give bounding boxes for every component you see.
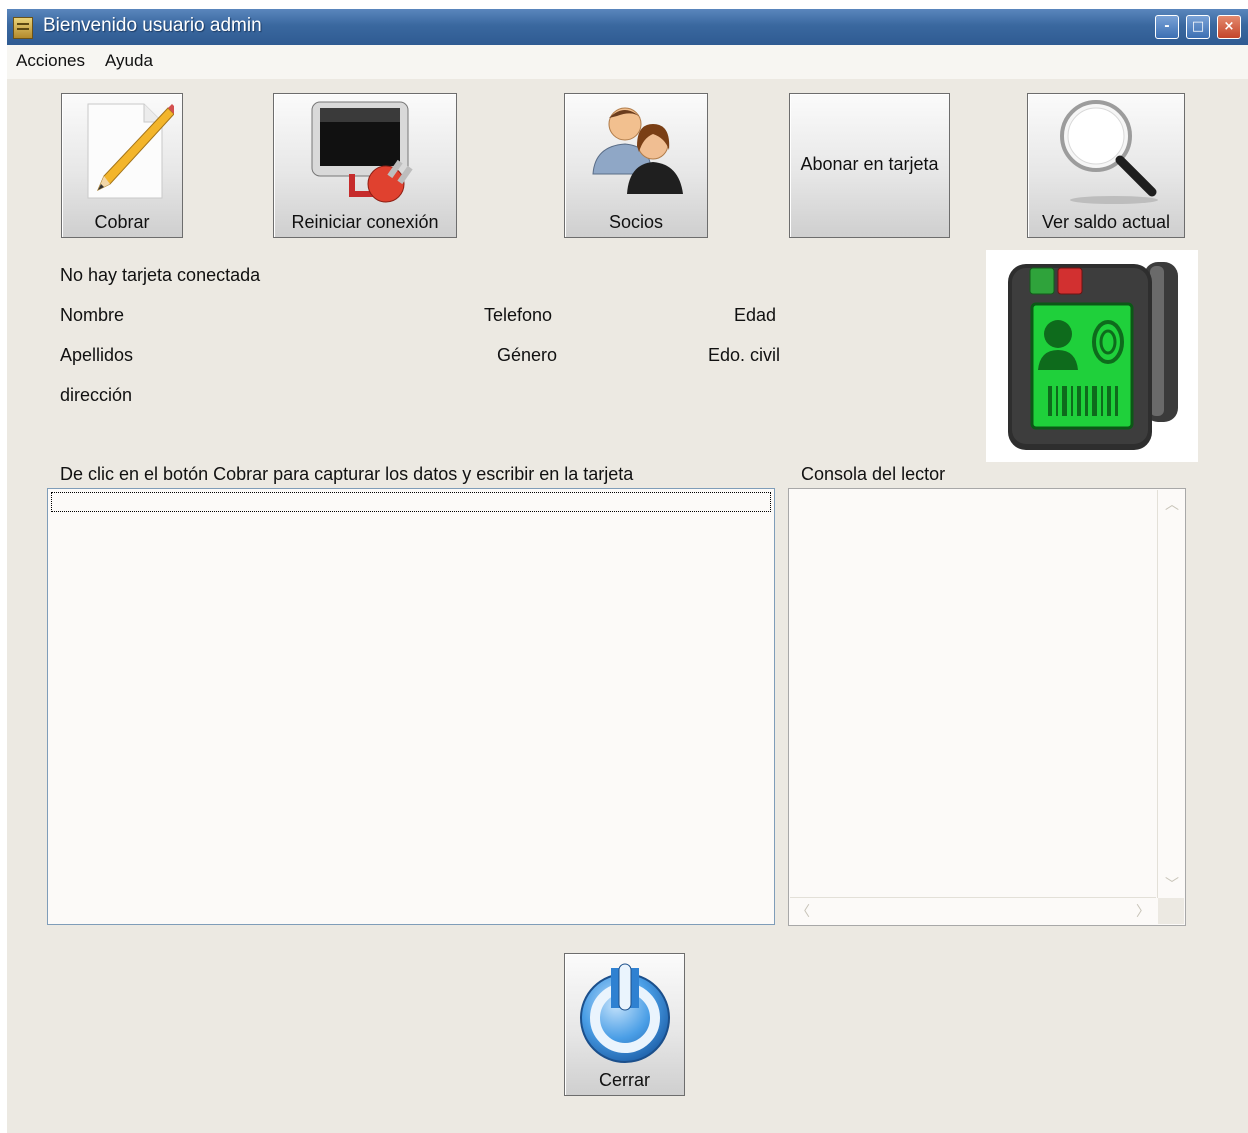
instructions-label: De clic en el botón Cobrar para capturar… <box>60 464 634 484</box>
pencil-paper-icon <box>87 103 174 199</box>
console-label: Consola del lector <box>801 464 946 484</box>
minimize-button[interactable]: - <box>1155 15 1179 39</box>
menu-acciones[interactable]: Acciones <box>16 51 85 71</box>
focus-rectangle <box>51 492 771 512</box>
scroll-right-icon[interactable]: 〉 <box>1136 901 1150 921</box>
socios-button[interactable]: Socios <box>564 93 708 238</box>
title-bar[interactable]: Bienvenido usuario admin - □ × <box>7 9 1248 45</box>
apellidos-label: Apellidos <box>60 345 134 365</box>
menu-bar: Acciones Ayuda <box>7 45 1248 79</box>
main-window: Bienvenido usuario admin - □ × Acciones … <box>7 9 1248 1133</box>
card-reader-icon <box>1008 262 1178 450</box>
abonar-en-tarjeta-button[interactable]: Abonar en tarjeta <box>789 93 950 238</box>
scroll-up-icon[interactable]: ︿ <box>1165 494 1179 514</box>
cerrar-label: Cerrar <box>598 1070 650 1090</box>
close-window-button[interactable]: × <box>1217 15 1241 39</box>
ver-saldo-actual-button[interactable]: Ver saldo actual <box>1027 93 1185 238</box>
console-vertical-scrollbar[interactable]: ︿ ﹀ <box>1157 490 1184 898</box>
monitor-plug-icon <box>311 101 413 203</box>
magnifier-icon <box>1060 100 1158 204</box>
cobrar-label: Cobrar <box>94 212 150 232</box>
socios-label: Socios <box>608 212 664 232</box>
reader-console[interactable]: ︿ ﹀ 〈 〉 <box>788 488 1186 926</box>
telefono-label: Telefono <box>484 305 553 325</box>
cerrar-button[interactable]: Cerrar <box>564 953 685 1096</box>
cobrar-button[interactable]: Cobrar <box>61 93 183 238</box>
data-capture-textarea[interactable] <box>47 488 775 925</box>
console-horizontal-scrollbar[interactable]: 〈 〉 <box>790 897 1156 924</box>
reiniciar-conexion-label: Reiniciar conexión <box>291 212 439 232</box>
scroll-left-icon[interactable]: 〈 <box>796 901 810 921</box>
menu-ayuda[interactable]: Ayuda <box>105 51 153 71</box>
genero-label: Género <box>497 345 558 365</box>
card-reader-image <box>986 250 1198 462</box>
nombre-label: Nombre <box>60 305 125 325</box>
maximize-button[interactable]: □ <box>1186 15 1210 39</box>
card-status-label: No hay tarjeta conectada <box>60 265 261 285</box>
direccion-label: dirección <box>60 385 133 405</box>
edad-label: Edad <box>734 305 777 325</box>
app-icon[interactable] <box>13 17 33 39</box>
edo-civil-label: Edo. civil <box>708 345 781 365</box>
power-icon <box>580 963 670 1063</box>
window-title: Bienvenido usuario admin <box>43 15 262 36</box>
reiniciar-conexion-button[interactable]: Reiniciar conexión <box>273 93 457 238</box>
scrollbar-corner <box>1158 898 1184 924</box>
users-icon <box>592 107 683 194</box>
abonar-en-tarjeta-label: Abonar en tarjeta <box>800 154 939 174</box>
scroll-down-icon[interactable]: ﹀ <box>1165 874 1179 894</box>
ver-saldo-actual-label: Ver saldo actual <box>1041 212 1171 232</box>
